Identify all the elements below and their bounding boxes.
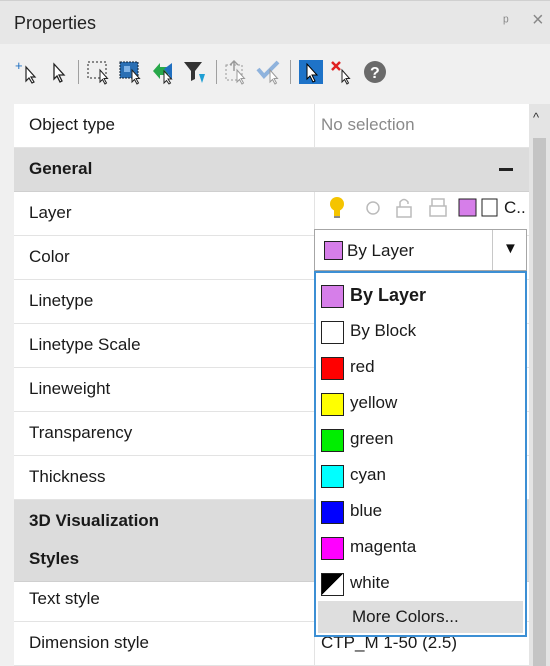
layer-color-swatch[interactable]: [458, 196, 478, 220]
property-label: Dimension style: [29, 633, 149, 652]
property-label: Lineweight: [29, 379, 111, 398]
add-selection-icon[interactable]: +: [14, 59, 40, 85]
more-colors-button[interactable]: More Colors...: [318, 601, 523, 633]
property-label: Linetype Scale: [29, 335, 141, 354]
close-icon[interactable]: ×: [532, 9, 544, 32]
color-option-blue[interactable]: blue: [316, 493, 525, 529]
color-option-by-block[interactable]: By Block: [316, 313, 525, 349]
window-select-icon[interactable]: [86, 59, 112, 85]
color-option-white[interactable]: white: [316, 565, 525, 601]
property-label: Transparency: [29, 423, 133, 442]
combo-swatch: [324, 241, 343, 260]
filter-select-icon[interactable]: [182, 59, 208, 85]
color-swatch: [321, 573, 344, 596]
color-option-red[interactable]: red: [316, 349, 525, 385]
toolbar-separator: [78, 60, 79, 84]
color-option-label: green: [350, 429, 394, 448]
color-option-label: By Block: [350, 321, 417, 340]
color-option-green[interactable]: green: [316, 421, 525, 457]
property-label: Thickness: [29, 467, 106, 486]
scroll-up-icon[interactable]: ^: [533, 110, 539, 125]
property-label: Object type: [29, 115, 115, 134]
collapse-icon[interactable]: [499, 168, 513, 171]
color-option-label: blue: [350, 501, 383, 520]
select-objects-icon[interactable]: [298, 59, 324, 85]
color-combobox[interactable]: By Layer ▼: [314, 229, 527, 271]
property-value: No selection: [321, 115, 415, 134]
color-option-label: cyan: [350, 465, 386, 484]
help-icon[interactable]: ?: [362, 59, 388, 85]
color-swatch: [321, 357, 344, 380]
panel-title: Properties: [14, 13, 97, 33]
color-option-label: magenta: [350, 537, 417, 556]
cross-select-icon[interactable]: [150, 59, 176, 85]
category-title: Styles: [29, 549, 80, 568]
color-option-label: By Layer: [350, 285, 427, 305]
lightbulb-icon[interactable]: [328, 196, 346, 220]
dropdown-button[interactable]: ▼: [492, 230, 526, 270]
color-option-cyan[interactable]: cyan: [316, 457, 525, 493]
combo-value: By Layer: [347, 241, 415, 260]
color-swatch: [321, 501, 344, 524]
svg-text:?: ?: [370, 65, 380, 82]
toolbar-separator: [290, 60, 291, 84]
layer-value-text: C..: [504, 198, 526, 217]
color-dropdown-list: By Layer By Block red yellow green cyan …: [314, 271, 527, 637]
color-option-magenta[interactable]: magenta: [316, 529, 525, 565]
layer-state-icons: [324, 196, 524, 220]
color-swatch: [321, 465, 344, 488]
panel-titlebar: Properties ᵖ ×: [0, 0, 550, 44]
property-label: Text style: [29, 589, 100, 608]
property-label: Layer: [29, 203, 72, 222]
svg-text:+: +: [15, 59, 23, 73]
color-option-yellow[interactable]: yellow: [316, 385, 525, 421]
freeze-sun-icon[interactable]: [364, 196, 382, 220]
deselect-icon[interactable]: [330, 59, 356, 85]
toolbar-separator: [216, 60, 217, 84]
lock-icon[interactable]: [394, 196, 414, 220]
chevron-down-icon: ▼: [503, 240, 518, 257]
property-row-object-type[interactable]: Object type No selection: [14, 104, 529, 148]
property-label: Color: [29, 247, 70, 266]
fence-select-icon[interactable]: [118, 59, 144, 85]
more-colors-label: More Colors...: [352, 607, 459, 626]
category-title: General: [29, 159, 93, 178]
vertical-scrollbar[interactable]: ^: [529, 104, 550, 666]
category-title: 3D Visualization: [29, 511, 160, 530]
color-option-by-layer[interactable]: By Layer: [316, 277, 525, 313]
plot-icon[interactable]: [428, 196, 448, 220]
quick-select-icon[interactable]: [224, 59, 250, 85]
scrollbar-thumb[interactable]: [533, 138, 546, 666]
category-general[interactable]: General: [14, 148, 529, 192]
color-option-label: red: [350, 357, 375, 376]
color-swatch: [321, 321, 344, 344]
color-swatch: [321, 537, 344, 560]
color-swatch: [321, 429, 344, 452]
select-icon[interactable]: [46, 59, 72, 85]
property-label: Linetype: [29, 291, 94, 310]
layer-color-swatch-2: [481, 198, 498, 217]
color-swatch: [321, 393, 344, 416]
color-option-label: yellow: [350, 393, 398, 412]
toggle-pickadd-icon[interactable]: [256, 59, 282, 85]
pin-icon[interactable]: ᵖ: [503, 13, 509, 30]
color-option-label: white: [350, 573, 390, 592]
color-swatch: [321, 285, 344, 308]
